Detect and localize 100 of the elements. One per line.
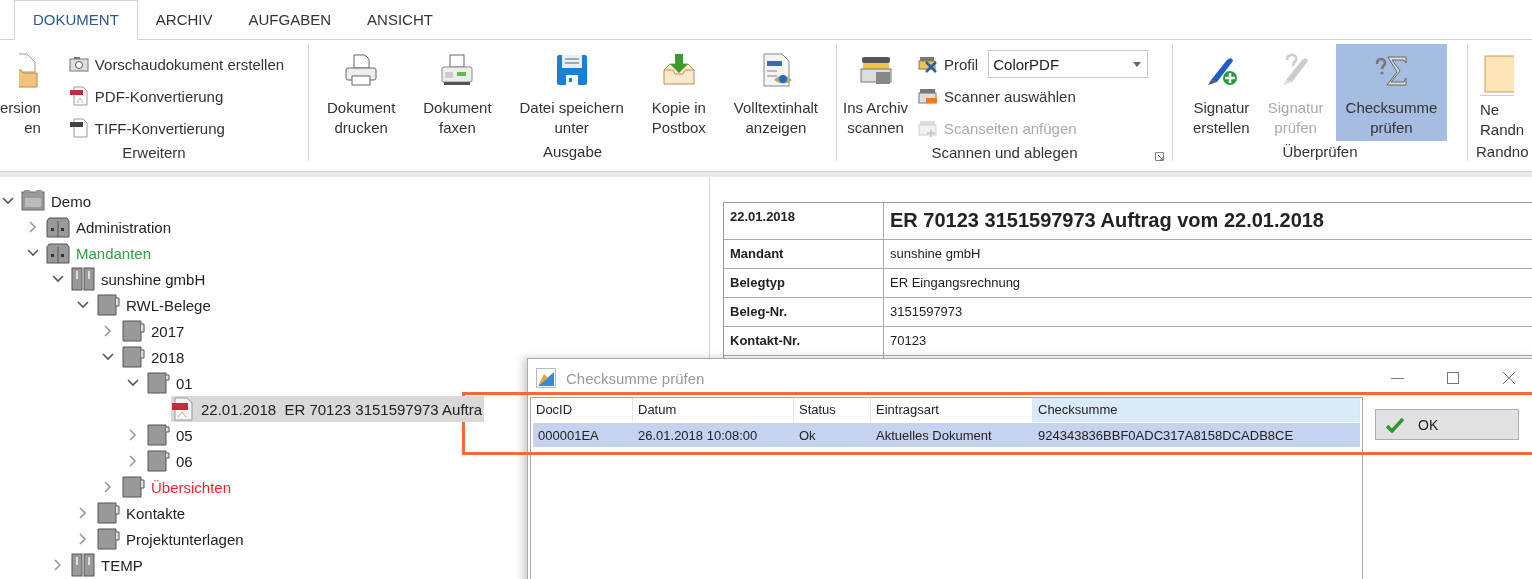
collapse-chevron-icon[interactable] — [77, 299, 89, 311]
expand-chevron-icon[interactable] — [77, 533, 89, 545]
field-label: Mandant — [724, 240, 884, 268]
tree-item[interactable]: 06 — [176, 452, 193, 470]
cabinet-icon — [46, 241, 70, 265]
pdf-document-icon — [68, 86, 89, 106]
list-row[interactable]: 000001EA 26.01.2018 10:08:00 Ok Aktuelles Dokument 924343836BBF0ADC317A8158DCADB8CE — [533, 423, 1360, 447]
group-label: Ausgabe — [542, 142, 603, 160]
collapse-chevron-icon[interactable] — [127, 377, 139, 389]
collapse-chevron-icon[interactable] — [52, 273, 64, 285]
ribbon-button[interactable]: Ins Archiv scannen — [837, 44, 915, 141]
ribbon-button[interactable]: ersion en — [0, 44, 41, 141]
ok-button[interactable]: OK — [1375, 409, 1519, 440]
tree-item[interactable]: 05 — [176, 426, 193, 444]
archive-icon — [21, 189, 45, 213]
ribbon-button[interactable]: Scanner auswählen — [918, 80, 1149, 112]
scanner-add-icon — [918, 119, 939, 137]
tree-item[interactable]: TEMP — [101, 556, 143, 574]
minimize-icon — [1391, 377, 1404, 379]
folder-icon — [146, 449, 170, 473]
tree-item[interactable]: 22.01.2018 ER 70123 3151597973 Auftra — [171, 396, 485, 422]
field-value: ER Eingangsrechnung — [889, 274, 1022, 292]
field-label: Kontakt-Nr. — [724, 327, 884, 355]
expand-chevron-icon[interactable] — [102, 481, 114, 493]
printer-icon — [343, 52, 380, 88]
ribbon-button[interactable]: Dokument drucken — [320, 44, 402, 141]
register-icon — [96, 527, 120, 551]
expand-chevron-icon[interactable] — [102, 325, 114, 337]
tree-item[interactable]: Administration — [76, 218, 172, 236]
ribbon-button[interactable]: Ne Randn — [1468, 44, 1525, 141]
expand-chevron-icon[interactable] — [77, 507, 89, 519]
document-folder-icon — [18, 52, 41, 88]
tree-item[interactable]: Übersichten — [151, 478, 232, 496]
inbox-arrow-icon — [660, 52, 697, 88]
close-icon — [1502, 371, 1516, 385]
ribbon-button[interactable]: Kopie in Postbox — [645, 44, 712, 141]
register-icon — [96, 501, 120, 525]
ribbon-tab[interactable]: ANSICHT — [349, 0, 451, 39]
folder-icon — [146, 371, 170, 395]
collapse-chevron-icon[interactable] — [102, 351, 114, 363]
expand-chevron-icon[interactable] — [127, 429, 139, 441]
group-label: Erweitern — [122, 144, 186, 161]
field-value: 3151597973 — [889, 303, 964, 321]
collapse-chevron-icon[interactable] — [27, 247, 39, 259]
register-icon — [121, 345, 145, 369]
register-icon — [121, 475, 145, 499]
ribbon-button[interactable]: TIFF-Konvertierung — [68, 112, 289, 144]
folder-icon — [146, 423, 170, 447]
tree-item[interactable]: sunshine gmbH — [101, 270, 206, 288]
tree-item[interactable]: Projektunterlagen — [126, 530, 244, 548]
tree-item[interactable]: Demo — [51, 192, 91, 210]
group-label: Scannen und ablegen — [931, 144, 1078, 161]
field-label: Beleg-Nr. — [724, 298, 884, 326]
pdf-file-icon — [171, 397, 195, 421]
ribbon-button[interactable]: Signatur erstellen — [1185, 44, 1258, 141]
ribbon-button[interactable]: Dokument faxen — [417, 44, 498, 141]
binders-icon — [71, 267, 95, 291]
dialog-launcher-icon[interactable] — [1155, 152, 1164, 161]
tiff-document-icon — [68, 118, 89, 138]
expand-chevron-icon[interactable] — [27, 221, 39, 233]
column-header[interactable]: DocID — [531, 398, 633, 422]
expand-chevron-icon[interactable] — [127, 455, 139, 467]
register-icon — [121, 319, 145, 343]
ribbon-button[interactable]: Vorschaudokument erstellen — [68, 48, 289, 80]
tree-item[interactable]: RWL-Belege — [126, 296, 211, 314]
tree-item[interactable]: 2018 — [151, 348, 185, 366]
ribbon-button[interactable]: Datei speichern unter — [513, 44, 630, 141]
field-value: 70123 — [889, 332, 928, 350]
field-value: sunshine gmbH — [889, 245, 982, 263]
camera-icon — [68, 56, 89, 72]
tree-item[interactable]: Kontakte — [126, 504, 186, 522]
field-label: Belegtyp — [724, 269, 884, 297]
ribbon-button[interactable]: Volltextinhalt anzeigen — [727, 44, 824, 141]
tree-item[interactable]: 2017 — [151, 322, 185, 340]
ribbon-button[interactable]: PDF-Konvertierung — [68, 80, 289, 112]
note-icon — [1480, 54, 1514, 96]
binders-icon — [71, 553, 95, 577]
column-header[interactable]: Checksumme — [1033, 398, 1360, 422]
scanner-icon — [918, 87, 939, 105]
column-header[interactable]: Status — [794, 398, 871, 422]
fax-icon — [439, 52, 476, 88]
expand-chevron-icon[interactable] — [52, 559, 64, 571]
profile-label: Profil — [918, 48, 983, 80]
table-cell: 22.01.2018 — [724, 203, 884, 239]
maximize-icon — [1446, 371, 1460, 385]
group-label: Randno — [1476, 142, 1529, 160]
checkmark-icon — [1386, 416, 1404, 433]
profile-dropdown[interactable]: ColorPDF — [988, 50, 1149, 78]
tree-item[interactable]: 01 — [176, 374, 193, 392]
register-icon — [96, 293, 120, 317]
cabinet-icon — [46, 215, 70, 239]
document-title: ER 70123 3151597973 Auftrag vom 22.01.2018 — [889, 208, 1325, 233]
collapse-chevron-icon[interactable] — [2, 195, 14, 207]
scanner-cross-icon — [918, 55, 939, 73]
ribbon-tab[interactable]: ARCHIV — [137, 0, 231, 39]
ribbon-tab[interactable]: DOKUMENT — [14, 0, 138, 40]
ribbon-button[interactable]: Checksumme prüfen — [1335, 44, 1448, 141]
column-header[interactable]: Datum — [633, 398, 794, 422]
ribbon-tab[interactable]: AUFGABEN — [230, 0, 350, 39]
group-label: Überprüfen — [1282, 142, 1358, 160]
